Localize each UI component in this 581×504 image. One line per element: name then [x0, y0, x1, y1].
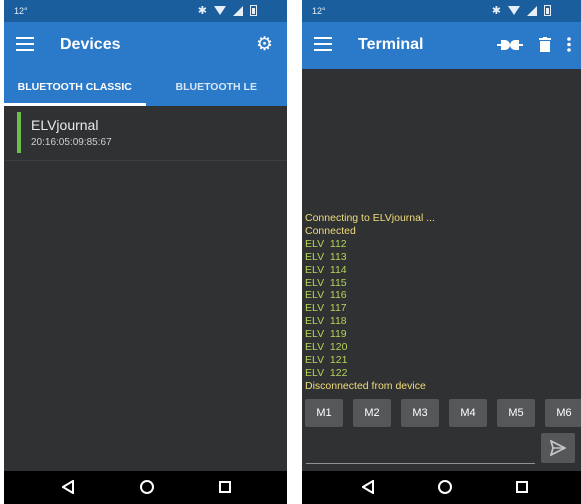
page-title: Terminal — [358, 36, 424, 53]
send-icon — [550, 440, 566, 456]
status-bar: 12° ✱ — [4, 0, 287, 22]
devices-screen: 12° ✱ Devices ⚙ BLUETOOTH CLASSIC BLUETO… — [4, 0, 287, 504]
wifi-icon — [214, 6, 226, 15]
send-row — [302, 430, 581, 468]
device-address: 20:16:05:09:85:67 — [31, 137, 112, 148]
app-bar: Terminal — [302, 22, 581, 69]
back-icon[interactable] — [62, 480, 74, 494]
wifi-icon — [508, 6, 520, 15]
device-list-item[interactable]: ELVjournal 20:16:05:09:85:67 — [4, 106, 287, 161]
signal-icon — [233, 5, 243, 16]
terminal-line: ELV 122 — [305, 366, 348, 379]
bluetooth-icon: ✱ — [197, 5, 207, 17]
terminal-line: ELV 118 — [305, 315, 347, 328]
terminal-line: ELV 117 — [305, 302, 347, 315]
status-bar: 12° ✱ — [302, 0, 581, 22]
signal-icon — [527, 5, 537, 16]
macro-button-m6[interactable]: M6 — [545, 399, 581, 427]
macro-button-m3[interactable]: M3 — [401, 399, 439, 427]
recent-apps-icon[interactable] — [219, 481, 231, 493]
home-icon[interactable] — [140, 480, 154, 494]
menu-icon[interactable] — [16, 37, 34, 51]
terminal-line: ELV 114 — [305, 263, 347, 276]
connect-icon[interactable] — [497, 38, 523, 52]
battery-icon — [544, 5, 551, 16]
more-vert-icon[interactable] — [567, 37, 571, 52]
terminal-line: ELV 113 — [305, 250, 347, 263]
gear-icon[interactable]: ⚙ — [256, 35, 273, 54]
terminal-line: ELV 116 — [305, 289, 347, 302]
terminal-line: ELV 112 — [305, 237, 347, 250]
terminal-line: Disconnected from device — [305, 379, 426, 392]
nav-bar — [4, 471, 287, 504]
recent-apps-icon[interactable] — [516, 481, 528, 493]
macro-button-m1[interactable]: M1 — [305, 399, 343, 427]
nav-bar — [302, 471, 581, 504]
status-time: 12° — [14, 6, 28, 16]
status-time: 12° — [312, 6, 326, 16]
bluetooth-icon: ✱ — [491, 5, 501, 17]
terminal-line: ELV 119 — [305, 328, 347, 341]
terminal-input[interactable] — [306, 439, 535, 464]
terminal-line: ELV 121 — [305, 353, 348, 366]
tab-bluetooth-le[interactable]: BLUETOOTH LE — [146, 69, 288, 106]
macro-buttons: M1 M2 M3 M4 M5 M6 — [302, 399, 581, 427]
page-title: Devices — [60, 36, 121, 53]
tab-bar: BLUETOOTH CLASSIC BLUETOOTH LE — [4, 69, 287, 106]
device-indicator — [17, 112, 21, 153]
battery-icon — [250, 5, 257, 16]
tab-bluetooth-classic[interactable]: BLUETOOTH CLASSIC — [4, 69, 146, 106]
home-icon[interactable] — [438, 480, 452, 494]
macro-button-m2[interactable]: M2 — [353, 399, 391, 427]
terminal-output[interactable]: Connecting to ELVjournal ... Connected ELV… — [302, 69, 581, 396]
terminal-line: ELV 115 — [305, 276, 347, 289]
macro-button-m5[interactable]: M5 — [497, 399, 535, 427]
device-name: ELVjournal — [31, 117, 99, 133]
trash-icon[interactable] — [539, 37, 551, 52]
send-button[interactable] — [541, 433, 575, 463]
terminal-line: Connecting to ELVjournal ... — [305, 212, 435, 224]
back-icon[interactable] — [362, 480, 374, 494]
terminal-line: Connected — [305, 224, 356, 237]
menu-icon[interactable] — [314, 37, 332, 51]
terminal-screen: 12° ✱ Terminal Connecting to ELVjournal … — [302, 0, 581, 504]
app-bar: Devices ⚙ — [4, 22, 287, 69]
terminal-line: ELV 120 — [305, 341, 348, 354]
terminal-lines: Connecting to ELVjournal ... Connected ELV… — [305, 212, 435, 393]
macro-button-m4[interactable]: M4 — [449, 399, 487, 427]
